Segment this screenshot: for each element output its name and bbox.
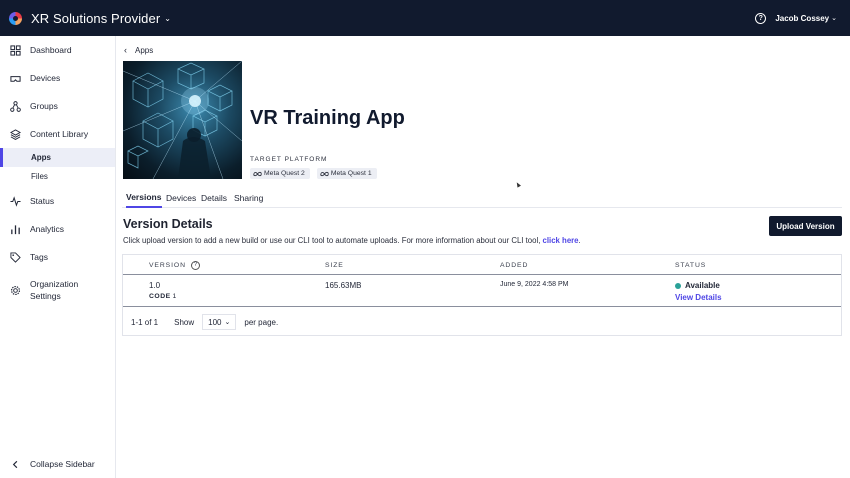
view-details-link[interactable]: View Details bbox=[675, 293, 722, 302]
column-header-status: STATUS bbox=[675, 261, 707, 269]
platform-chip-label: Meta Quest 2 bbox=[264, 170, 305, 177]
tab-details[interactable]: Details bbox=[201, 188, 227, 208]
version-cell: 1.0 bbox=[149, 281, 161, 290]
platform-chip: Meta Quest 1 bbox=[316, 168, 377, 179]
network-icon bbox=[10, 100, 21, 112]
pagination-range: 1-1 of 1 bbox=[131, 317, 159, 327]
description-text: Click upload version to add a new build … bbox=[123, 236, 543, 245]
section-title: Version Details bbox=[123, 217, 213, 231]
code-value: 1 bbox=[172, 293, 177, 300]
sidebar-item-label: Devices bbox=[30, 73, 61, 83]
sidebar-item-label: Status bbox=[30, 196, 55, 206]
status-dot-icon bbox=[675, 282, 681, 289]
org-logo-icon bbox=[9, 11, 22, 25]
table-row: 1.0 CODE 1 165.63MB June 9, 2022 4:58 PM… bbox=[123, 276, 841, 307]
breadcrumb-back-apps[interactable]: ‹ Apps bbox=[124, 45, 153, 55]
size-cell: 165.63MB bbox=[325, 281, 362, 290]
pagination: 1-1 of 1 Show 100 ⌄ per page. bbox=[123, 309, 841, 335]
sidebar-item-dashboard[interactable]: Dashboard bbox=[0, 44, 115, 56]
table-header: VERSION ? SIZE ADDED STATUS bbox=[123, 255, 841, 275]
page-size-select[interactable]: 100 ⌄ bbox=[202, 314, 237, 330]
breadcrumb-label: Apps bbox=[135, 45, 154, 55]
section-description: Click upload version to add a new build … bbox=[123, 236, 581, 245]
bar-chart-icon bbox=[10, 224, 21, 235]
pulse-icon bbox=[10, 195, 21, 207]
app-thumbnail-image bbox=[123, 61, 242, 179]
added-cell: June 9, 2022 4:58 PM bbox=[500, 281, 569, 288]
collapse-sidebar-button[interactable]: Collapse Sidebar bbox=[0, 458, 115, 470]
cli-help-link[interactable]: click here bbox=[543, 236, 579, 245]
tag-icon bbox=[10, 251, 21, 263]
help-icon[interactable]: ? bbox=[190, 260, 200, 270]
layers-icon bbox=[10, 128, 21, 140]
meta-logo-icon bbox=[253, 171, 262, 176]
tab-versions[interactable]: Versions bbox=[126, 188, 162, 208]
code-cell: CODE 1 bbox=[149, 293, 176, 300]
gear-icon bbox=[10, 285, 21, 296]
versions-table: VERSION ? SIZE ADDED STATUS 1.0 CODE 1 1… bbox=[122, 254, 842, 336]
top-bar: XR Solutions Provider ⌄ ? Jacob Cossey ⌄ bbox=[0, 0, 850, 36]
meta-logo-icon bbox=[320, 171, 329, 176]
chevron-down-icon[interactable]: ⌄ bbox=[831, 14, 837, 22]
sidebar-subitem-apps[interactable]: Apps bbox=[0, 148, 115, 167]
sidebar-item-status[interactable]: Status bbox=[0, 195, 115, 207]
grid-icon bbox=[10, 44, 21, 56]
column-header-size: SIZE bbox=[325, 261, 344, 269]
target-platform-label: TARGET PLATFORM bbox=[250, 156, 328, 163]
status-cell: Available bbox=[675, 281, 720, 290]
platform-chip-label: Meta Quest 1 bbox=[330, 170, 372, 177]
sidebar-item-devices[interactable]: Devices bbox=[0, 72, 115, 84]
page-title: VR Training App bbox=[250, 107, 405, 129]
sidebar-item-label: Tags bbox=[30, 252, 48, 262]
chevron-left-icon: ‹ bbox=[124, 45, 127, 55]
user-menu[interactable]: Jacob Cossey bbox=[775, 14, 829, 23]
sidebar-item-analytics[interactable]: Analytics bbox=[0, 223, 115, 235]
column-header-version: VERSION ? bbox=[149, 255, 200, 275]
status-badge: Available bbox=[685, 281, 720, 290]
platform-chip: Meta Quest 2 bbox=[250, 168, 310, 179]
tab-devices[interactable]: Devices bbox=[166, 188, 196, 208]
pagination-show-label: Show bbox=[174, 317, 195, 327]
org-name: XR Solutions Provider bbox=[31, 10, 161, 26]
sidebar-item-label: Groups bbox=[30, 101, 58, 111]
org-switcher[interactable]: XR Solutions Provider ⌄ bbox=[9, 11, 171, 26]
column-header-label: VERSION bbox=[149, 261, 186, 269]
column-header-added: ADDED bbox=[500, 261, 529, 269]
help-icon[interactable]: ? bbox=[755, 12, 767, 24]
sidebar-item-groups[interactable]: Groups bbox=[0, 100, 115, 112]
sidebar-subitem-files[interactable]: Files bbox=[0, 167, 115, 186]
sidebar-item-content-library[interactable]: Content Library bbox=[0, 128, 115, 140]
vr-headset-icon bbox=[10, 73, 21, 84]
sidebar-item-tags[interactable]: Tags bbox=[0, 251, 115, 263]
chevron-down-icon: ⌄ bbox=[224, 319, 231, 326]
chevron-down-icon: ⌄ bbox=[164, 14, 171, 23]
description-end: . bbox=[578, 236, 581, 245]
collapse-sidebar-label: Collapse Sidebar bbox=[30, 459, 95, 469]
code-label: CODE bbox=[149, 293, 171, 300]
sidebar-item-label: Content Library bbox=[30, 129, 89, 139]
platform-chips: Meta Quest 2 Meta Quest 1 bbox=[250, 168, 384, 179]
tab-bar: Versions Devices Details Sharing bbox=[122, 188, 842, 208]
tab-sharing[interactable]: Sharing bbox=[234, 188, 263, 208]
pagination-per-page-label: per page. bbox=[244, 317, 279, 327]
sidebar-item-label: Dashboard bbox=[30, 45, 72, 55]
sidebar-item-organization-settings[interactable]: Organization Settings bbox=[0, 279, 100, 303]
sidebar: Dashboard Devices Groups Content Library… bbox=[0, 36, 116, 478]
sidebar-item-label: Analytics bbox=[30, 224, 65, 234]
chevron-left-icon bbox=[10, 459, 21, 470]
upload-version-button[interactable]: Upload Version bbox=[769, 216, 842, 236]
sidebar-item-label: Organization Settings bbox=[30, 279, 79, 301]
page-size-value: 100 bbox=[208, 317, 222, 327]
mouse-cursor-icon bbox=[515, 181, 521, 188]
